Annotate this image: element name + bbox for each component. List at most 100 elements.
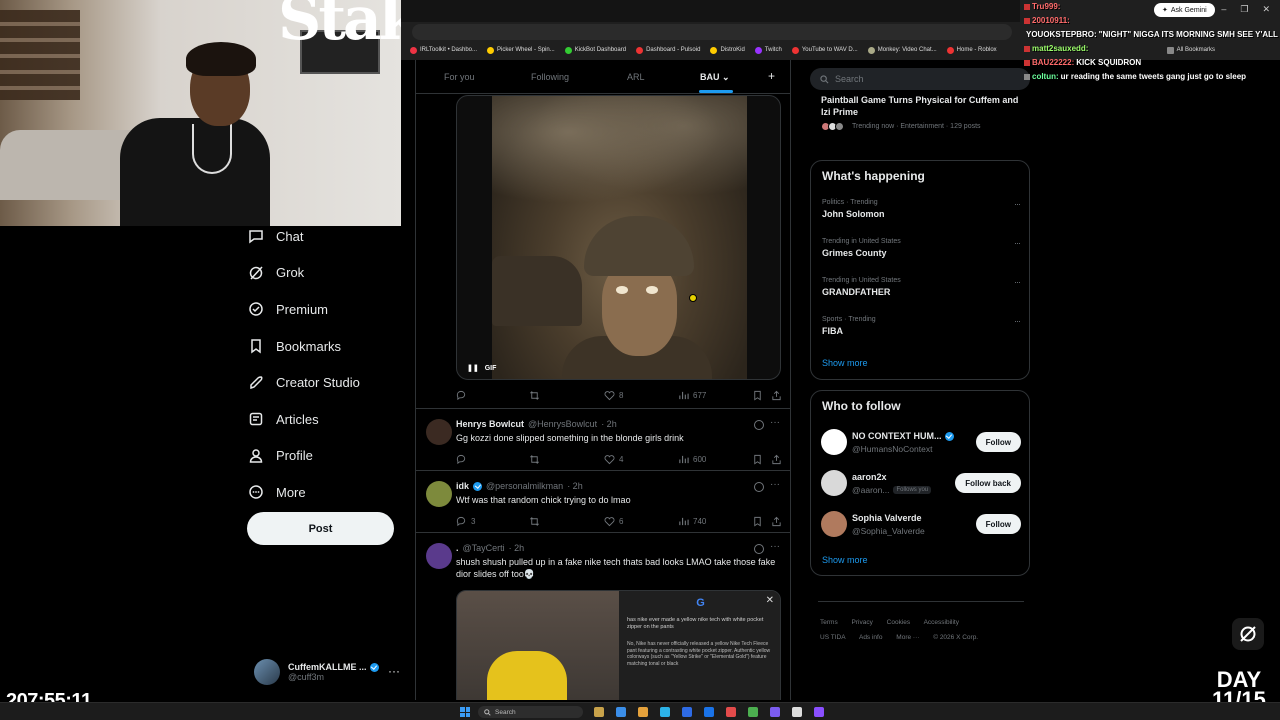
- follow-suggestion[interactable]: aaron2x @aaron... Follows you Follow back: [821, 468, 1021, 498]
- bookmark-item[interactable]: YouTube to WAV D...: [791, 46, 858, 54]
- footer-link-terms[interactable]: Terms: [820, 619, 838, 626]
- taskbar-app-icon[interactable]: [594, 707, 604, 717]
- retweet-button[interactable]: [529, 390, 540, 401]
- taskbar-app-icon[interactable]: [660, 707, 670, 717]
- bookmark-button[interactable]: [752, 454, 763, 465]
- taskbar-app-icon[interactable]: [792, 707, 802, 717]
- sidebar-item-creator-studio[interactable]: Creator Studio: [248, 364, 408, 401]
- tab-for-you[interactable]: For you: [444, 72, 475, 82]
- more-dots-icon[interactable]: ···: [770, 479, 780, 490]
- follow-button[interactable]: Follow: [975, 514, 1021, 534]
- reply-button[interactable]: 3: [456, 516, 475, 527]
- sidebar-item-profile[interactable]: Profile: [248, 438, 408, 475]
- taskbar-app-icon[interactable]: [682, 707, 692, 717]
- bookmark-item[interactable]: Dashboard - Pulsoid: [636, 46, 700, 54]
- bookmark-item[interactable]: Home - Roblox: [946, 46, 997, 54]
- taskbar-app-icon[interactable]: [748, 707, 758, 717]
- more-dots-icon[interactable]: ···: [388, 664, 400, 678]
- trend-item[interactable]: Trending in United States GRANDFATHER ··…: [822, 277, 1021, 297]
- retweet-button[interactable]: [529, 516, 540, 527]
- more-dots-icon[interactable]: ···: [1014, 316, 1021, 326]
- pause-icon[interactable]: ❚❚: [467, 364, 479, 372]
- bookmark-item[interactable]: Picker Wheel - Spin...: [487, 46, 555, 54]
- tweet-author-name[interactable]: idk: [456, 481, 469, 491]
- account-switcher[interactable]: CuffemKALLME ... @cuff3m ···: [254, 656, 404, 688]
- bookmark-item[interactable]: Monkey: Video Chat...: [867, 46, 937, 54]
- taskbar-app-icon[interactable]: [638, 707, 648, 717]
- share-button[interactable]: [771, 454, 782, 465]
- reply-button[interactable]: [456, 390, 467, 401]
- follow-button[interactable]: Follow: [975, 432, 1021, 452]
- bookmark-item[interactable]: DistroKid: [710, 46, 745, 54]
- bookmark-button[interactable]: [752, 516, 763, 527]
- taskbar-app-icon[interactable]: [814, 707, 824, 717]
- share-button[interactable]: [771, 516, 782, 527]
- avatar[interactable]: [426, 419, 452, 445]
- windows-start-icon[interactable]: [460, 707, 470, 717]
- tweet-time[interactable]: · 2h: [509, 543, 525, 553]
- avatar[interactable]: [821, 511, 847, 537]
- more-dots-icon[interactable]: ···: [1014, 238, 1021, 248]
- show-more-link[interactable]: Show more: [822, 358, 868, 368]
- bookmark-item[interactable]: IRLToolkit • Dashbo...: [410, 46, 477, 54]
- avatar[interactable]: [821, 470, 847, 496]
- tweet-author-name[interactable]: Henrys Bowlcut: [456, 419, 524, 429]
- footer-link-us-tida[interactable]: US TIDA: [820, 634, 846, 641]
- bookmark-item[interactable]: KickBot Dashboard: [564, 46, 626, 54]
- more-dots-icon[interactable]: ···: [770, 541, 780, 552]
- views-button[interactable]: 600: [678, 454, 706, 465]
- footer-link-privacy[interactable]: Privacy: [852, 619, 873, 626]
- views-button[interactable]: 677: [678, 390, 706, 401]
- trend-item[interactable]: Sports · Trending FIBA ···: [822, 316, 1021, 336]
- taskbar-app-icon[interactable]: [726, 707, 736, 717]
- tweet-author-handle[interactable]: @HenrysBowlcut: [528, 419, 597, 429]
- post-button[interactable]: Post: [247, 512, 394, 545]
- grok-explain-icon[interactable]: [754, 544, 764, 554]
- footer-link-ads-info[interactable]: Ads info: [859, 634, 883, 641]
- like-button[interactable]: 4: [604, 454, 623, 465]
- views-button[interactable]: 740: [678, 516, 706, 527]
- share-button[interactable]: [771, 390, 782, 401]
- tweet-gif-media[interactable]: ❚❚ GIF: [456, 95, 781, 380]
- tweet[interactable]: Henrys Bowlcut @HenrysBowlcut · 2h ··· G…: [416, 408, 790, 470]
- tweet-image-media[interactable]: G ✕ has nike ever made a yellow nike tec…: [456, 590, 781, 700]
- sidebar-item-bookmarks[interactable]: Bookmarks: [248, 328, 408, 365]
- tab-bau[interactable]: BAU ⌄: [700, 72, 730, 83]
- sidebar-item-premium[interactable]: Premium: [248, 291, 408, 328]
- tweet-author-handle[interactable]: @TayCerti: [463, 543, 505, 553]
- show-more-link[interactable]: Show more: [822, 555, 868, 565]
- taskbar-app-icon[interactable]: [770, 707, 780, 717]
- trend-item[interactable]: Trending in United States Grimes County …: [822, 238, 1021, 258]
- sidebar-item-grok[interactable]: Grok: [248, 255, 408, 292]
- trend-item[interactable]: Politics · Trending John Solomon ···: [822, 199, 1021, 219]
- tweet-author-handle[interactable]: @personalmilkman: [486, 481, 563, 491]
- sidebar-item-more[interactable]: More: [248, 474, 408, 511]
- tweet[interactable]: idk @personalmilkman · 2h ··· Wtf was th…: [416, 470, 790, 532]
- more-dots-icon[interactable]: ···: [770, 417, 780, 428]
- more-dots-icon[interactable]: ···: [1014, 277, 1021, 287]
- reply-button[interactable]: [456, 454, 467, 465]
- grok-explain-icon[interactable]: [754, 420, 764, 430]
- address-bar[interactable]: [412, 24, 1012, 40]
- follow-suggestion[interactable]: NO CONTEXT HUM... @HumansNoContext Follo…: [821, 427, 1021, 457]
- taskbar-search[interactable]: Search: [478, 706, 583, 718]
- tweet-time[interactable]: · 2h: [601, 419, 617, 429]
- retweet-button[interactable]: [529, 454, 540, 465]
- sidebar-item-articles[interactable]: Articles: [248, 401, 408, 438]
- more-dots-icon[interactable]: ···: [1014, 199, 1021, 209]
- avatar[interactable]: [426, 543, 452, 569]
- taskbar-app-icon[interactable]: [616, 707, 626, 717]
- footer-link-cookies[interactable]: Cookies: [887, 619, 910, 626]
- like-button[interactable]: 6: [604, 516, 623, 527]
- avatar[interactable]: [426, 481, 452, 507]
- add-tab-button[interactable]: +: [768, 69, 775, 83]
- like-button[interactable]: 8: [604, 390, 623, 401]
- bookmark-item[interactable]: Twitch: [754, 46, 782, 54]
- tab-arl[interactable]: ARL: [627, 72, 645, 82]
- tweet-author-name[interactable]: .: [456, 543, 459, 553]
- footer-link-accessibility[interactable]: Accessibility: [924, 619, 959, 626]
- tweet-time[interactable]: · 2h: [567, 481, 583, 491]
- trending-news-item[interactable]: Paintball Game Turns Physical for Cuffem…: [810, 94, 1030, 131]
- bookmark-button[interactable]: [752, 390, 763, 401]
- follow-suggestion[interactable]: Sophia Valverde @Sophia_Valverde Follow: [821, 509, 1021, 539]
